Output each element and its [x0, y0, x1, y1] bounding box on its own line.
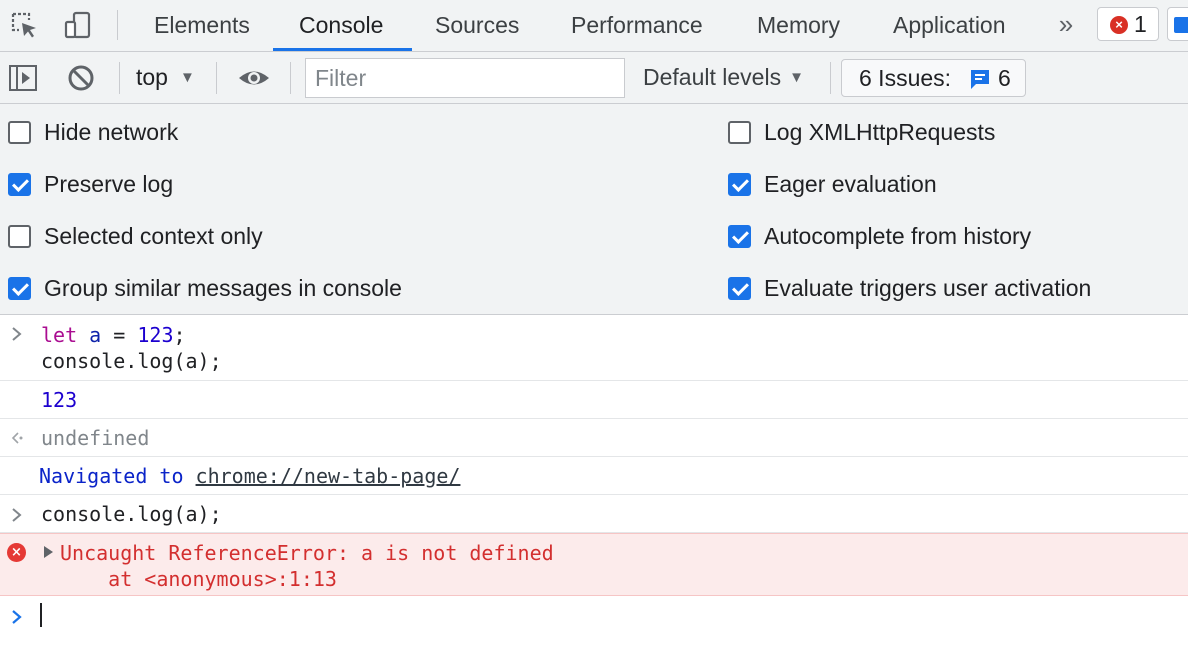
input-code[interactable]: console.log(a); [41, 501, 222, 527]
console-prompt[interactable] [0, 596, 1188, 636]
error-icon: × [1110, 16, 1128, 34]
checkbox[interactable] [728, 276, 751, 300]
log-levels-dropdown[interactable]: Default levels ▼ [643, 62, 804, 92]
setting-evaluate-user-activation[interactable]: Evaluate triggers user activation [728, 273, 1091, 303]
issues-count: 6 [998, 65, 1011, 91]
expand-triangle-icon[interactable] [44, 546, 53, 558]
navigation-text: Navigated to chrome://new-tab-page/ [39, 464, 461, 488]
checkbox[interactable] [728, 120, 751, 144]
issues-badge[interactable] [1167, 7, 1188, 41]
message-icon [969, 68, 991, 96]
issues-label: 6 Issues: [859, 65, 952, 91]
tab-sources[interactable]: Sources [435, 0, 519, 51]
chevron-double-right-icon[interactable]: » [1052, 8, 1080, 40]
caret-down-icon: ▼ [789, 69, 804, 86]
eye-icon[interactable] [237, 63, 271, 93]
console-input-entry: console.log(a); [0, 495, 1188, 533]
inspect-element-icon[interactable] [8, 10, 40, 40]
console-input-entry: let a = 123; console.log(a); [0, 316, 1188, 381]
setting-autocomplete-history[interactable]: Autocomplete from history [728, 221, 1031, 251]
toolbar-divider [119, 62, 120, 94]
toolbar-divider [117, 10, 118, 40]
checkbox[interactable] [8, 120, 31, 144]
log-value: 123 [41, 388, 78, 412]
setting-eager-evaluation[interactable]: Eager evaluation [728, 169, 937, 199]
clear-console-icon[interactable] [65, 63, 97, 93]
filter-input[interactable] [305, 58, 625, 98]
text-cursor [40, 603, 42, 627]
message-icon [1174, 17, 1188, 33]
return-arrow-icon [8, 428, 26, 452]
error-text[interactable]: Uncaught ReferenceError: a is not define… [60, 540, 554, 592]
tab-performance[interactable]: Performance [571, 0, 703, 51]
setting-label: Selected context only [44, 222, 263, 249]
caret-down-icon: ▼ [179, 69, 195, 86]
checkbox[interactable] [728, 172, 751, 196]
console-log-output: 123 [0, 381, 1188, 419]
tab-console[interactable]: Console [299, 0, 383, 51]
toolbar-divider [830, 62, 831, 94]
setting-preserve-log[interactable]: Preserve log [8, 169, 173, 199]
checkbox[interactable] [728, 224, 751, 248]
context-selector[interactable]: top ▼ [136, 62, 195, 92]
console-settings-panel: Hide network Preserve log Selected conte… [0, 104, 1188, 315]
setting-selected-context-only[interactable]: Selected context only [8, 221, 263, 251]
checkbox[interactable] [8, 276, 31, 300]
setting-label: Group similar messages in console [44, 274, 402, 301]
tab-elements[interactable]: Elements [154, 0, 250, 51]
active-tab-indicator [273, 48, 412, 51]
tab-memory[interactable]: Memory [757, 0, 840, 51]
error-count-badge[interactable]: × 1 [1097, 7, 1159, 41]
chevron-right-icon [8, 505, 26, 529]
devtools-tab-bar: Elements Console Sources Performance Mem… [0, 0, 1188, 52]
console-return-value: undefined [0, 419, 1188, 457]
console-navigation-message: Navigated to chrome://new-tab-page/ [0, 457, 1188, 495]
device-toolbar-icon[interactable] [62, 10, 94, 40]
setting-log-xmlhttprequests[interactable]: Log XMLHttpRequests [728, 117, 995, 147]
console-toolbar: top ▼ Default levels ▼ 6 Issues: 6 [0, 52, 1188, 104]
prompt-chevron-icon [8, 607, 26, 631]
toolbar-divider [216, 62, 217, 94]
setting-label: Log XMLHttpRequests [764, 118, 996, 145]
console-error-message: × Uncaught ReferenceError: a is not defi… [0, 533, 1188, 596]
error-icon: × [7, 543, 26, 562]
toolbar-divider [290, 62, 291, 94]
return-value: undefined [41, 426, 150, 450]
tab-application[interactable]: Application [893, 0, 1006, 51]
log-levels-label: Default levels [643, 64, 782, 90]
setting-hide-network[interactable]: Hide network [8, 117, 178, 147]
issues-button[interactable]: 6 Issues: 6 [841, 59, 1026, 97]
chevron-right-icon [8, 324, 26, 348]
input-code[interactable]: let a = 123; console.log(a); [41, 322, 222, 374]
checkbox[interactable] [8, 172, 31, 196]
error-count: 1 [1134, 11, 1147, 37]
setting-group-similar[interactable]: Group similar messages in console [8, 273, 402, 303]
setting-label: Eager evaluation [764, 170, 937, 197]
setting-label: Preserve log [44, 170, 174, 197]
navigation-link[interactable]: chrome://new-tab-page/ [196, 464, 461, 488]
checkbox[interactable] [8, 224, 31, 248]
setting-label: Hide network [44, 118, 179, 145]
setting-label: Evaluate triggers user activation [764, 274, 1092, 301]
context-label: top [136, 64, 168, 90]
show-sidebar-icon[interactable] [7, 63, 39, 93]
setting-label: Autocomplete from history [764, 222, 1032, 249]
